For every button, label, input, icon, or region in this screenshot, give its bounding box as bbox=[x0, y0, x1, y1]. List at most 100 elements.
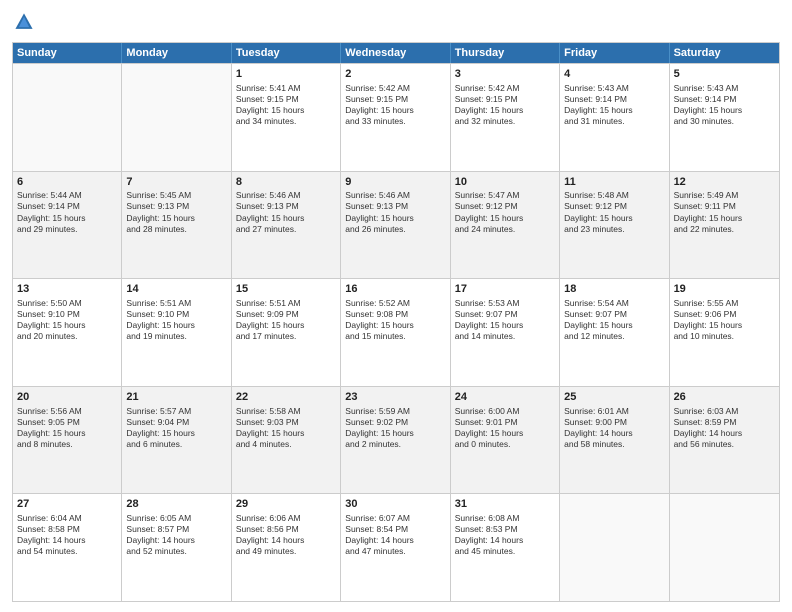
calendar-week-5: 27Sunrise: 6:04 AM Sunset: 8:58 PM Dayli… bbox=[13, 493, 779, 601]
day-info: Sunrise: 5:53 AM Sunset: 9:07 PM Dayligh… bbox=[455, 298, 555, 342]
calendar-day-15: 15Sunrise: 5:51 AM Sunset: 9:09 PM Dayli… bbox=[232, 279, 341, 386]
day-header-friday: Friday bbox=[560, 43, 669, 63]
calendar-day-25: 25Sunrise: 6:01 AM Sunset: 9:00 PM Dayli… bbox=[560, 387, 669, 494]
day-info: Sunrise: 5:58 AM Sunset: 9:03 PM Dayligh… bbox=[236, 406, 336, 450]
calendar-week-1: 1Sunrise: 5:41 AM Sunset: 9:15 PM Daylig… bbox=[13, 63, 779, 171]
calendar-empty-cell bbox=[122, 64, 231, 171]
day-number: 6 bbox=[17, 175, 117, 190]
day-info: Sunrise: 5:46 AM Sunset: 9:13 PM Dayligh… bbox=[345, 190, 445, 234]
day-number: 29 bbox=[236, 497, 336, 512]
day-number: 7 bbox=[126, 175, 226, 190]
day-info: Sunrise: 5:52 AM Sunset: 9:08 PM Dayligh… bbox=[345, 298, 445, 342]
day-number: 3 bbox=[455, 67, 555, 82]
day-number: 19 bbox=[674, 282, 775, 297]
calendar-day-3: 3Sunrise: 5:42 AM Sunset: 9:15 PM Daylig… bbox=[451, 64, 560, 171]
day-info: Sunrise: 6:08 AM Sunset: 8:53 PM Dayligh… bbox=[455, 513, 555, 557]
calendar-day-21: 21Sunrise: 5:57 AM Sunset: 9:04 PM Dayli… bbox=[122, 387, 231, 494]
calendar-day-6: 6Sunrise: 5:44 AM Sunset: 9:14 PM Daylig… bbox=[13, 172, 122, 279]
day-number: 31 bbox=[455, 497, 555, 512]
calendar-day-2: 2Sunrise: 5:42 AM Sunset: 9:15 PM Daylig… bbox=[341, 64, 450, 171]
day-info: Sunrise: 5:42 AM Sunset: 9:15 PM Dayligh… bbox=[455, 83, 555, 127]
day-info: Sunrise: 6:03 AM Sunset: 8:59 PM Dayligh… bbox=[674, 406, 775, 450]
calendar-empty-cell bbox=[670, 494, 779, 601]
day-number: 21 bbox=[126, 390, 226, 405]
calendar-day-24: 24Sunrise: 6:00 AM Sunset: 9:01 PM Dayli… bbox=[451, 387, 560, 494]
calendar-day-19: 19Sunrise: 5:55 AM Sunset: 9:06 PM Dayli… bbox=[670, 279, 779, 386]
calendar-day-18: 18Sunrise: 5:54 AM Sunset: 9:07 PM Dayli… bbox=[560, 279, 669, 386]
day-info: Sunrise: 5:50 AM Sunset: 9:10 PM Dayligh… bbox=[17, 298, 117, 342]
day-number: 27 bbox=[17, 497, 117, 512]
calendar-day-22: 22Sunrise: 5:58 AM Sunset: 9:03 PM Dayli… bbox=[232, 387, 341, 494]
day-header-saturday: Saturday bbox=[670, 43, 779, 63]
calendar-day-23: 23Sunrise: 5:59 AM Sunset: 9:02 PM Dayli… bbox=[341, 387, 450, 494]
day-number: 18 bbox=[564, 282, 664, 297]
day-number: 9 bbox=[345, 175, 445, 190]
calendar-day-16: 16Sunrise: 5:52 AM Sunset: 9:08 PM Dayli… bbox=[341, 279, 450, 386]
logo bbox=[12, 10, 40, 34]
calendar-day-17: 17Sunrise: 5:53 AM Sunset: 9:07 PM Dayli… bbox=[451, 279, 560, 386]
day-number: 2 bbox=[345, 67, 445, 82]
day-number: 10 bbox=[455, 175, 555, 190]
calendar-day-12: 12Sunrise: 5:49 AM Sunset: 9:11 PM Dayli… bbox=[670, 172, 779, 279]
day-info: Sunrise: 6:06 AM Sunset: 8:56 PM Dayligh… bbox=[236, 513, 336, 557]
day-number: 5 bbox=[674, 67, 775, 82]
day-number: 14 bbox=[126, 282, 226, 297]
calendar-day-28: 28Sunrise: 6:05 AM Sunset: 8:57 PM Dayli… bbox=[122, 494, 231, 601]
day-info: Sunrise: 5:42 AM Sunset: 9:15 PM Dayligh… bbox=[345, 83, 445, 127]
day-info: Sunrise: 5:55 AM Sunset: 9:06 PM Dayligh… bbox=[674, 298, 775, 342]
calendar-day-26: 26Sunrise: 6:03 AM Sunset: 8:59 PM Dayli… bbox=[670, 387, 779, 494]
day-info: Sunrise: 5:51 AM Sunset: 9:09 PM Dayligh… bbox=[236, 298, 336, 342]
calendar-day-7: 7Sunrise: 5:45 AM Sunset: 9:13 PM Daylig… bbox=[122, 172, 231, 279]
calendar-day-5: 5Sunrise: 5:43 AM Sunset: 9:14 PM Daylig… bbox=[670, 64, 779, 171]
day-info: Sunrise: 5:46 AM Sunset: 9:13 PM Dayligh… bbox=[236, 190, 336, 234]
header bbox=[12, 10, 780, 34]
day-info: Sunrise: 5:44 AM Sunset: 9:14 PM Dayligh… bbox=[17, 190, 117, 234]
day-number: 23 bbox=[345, 390, 445, 405]
calendar-week-4: 20Sunrise: 5:56 AM Sunset: 9:05 PM Dayli… bbox=[13, 386, 779, 494]
day-header-tuesday: Tuesday bbox=[232, 43, 341, 63]
calendar-day-4: 4Sunrise: 5:43 AM Sunset: 9:14 PM Daylig… bbox=[560, 64, 669, 171]
calendar-day-9: 9Sunrise: 5:46 AM Sunset: 9:13 PM Daylig… bbox=[341, 172, 450, 279]
calendar-body: 1Sunrise: 5:41 AM Sunset: 9:15 PM Daylig… bbox=[13, 63, 779, 601]
calendar-day-13: 13Sunrise: 5:50 AM Sunset: 9:10 PM Dayli… bbox=[13, 279, 122, 386]
calendar-day-10: 10Sunrise: 5:47 AM Sunset: 9:12 PM Dayli… bbox=[451, 172, 560, 279]
day-info: Sunrise: 5:56 AM Sunset: 9:05 PM Dayligh… bbox=[17, 406, 117, 450]
calendar-week-3: 13Sunrise: 5:50 AM Sunset: 9:10 PM Dayli… bbox=[13, 278, 779, 386]
calendar-empty-cell bbox=[13, 64, 122, 171]
day-info: Sunrise: 6:05 AM Sunset: 8:57 PM Dayligh… bbox=[126, 513, 226, 557]
day-info: Sunrise: 5:49 AM Sunset: 9:11 PM Dayligh… bbox=[674, 190, 775, 234]
calendar-day-11: 11Sunrise: 5:48 AM Sunset: 9:12 PM Dayli… bbox=[560, 172, 669, 279]
calendar-header: SundayMondayTuesdayWednesdayThursdayFrid… bbox=[13, 43, 779, 63]
day-number: 1 bbox=[236, 67, 336, 82]
day-info: Sunrise: 5:57 AM Sunset: 9:04 PM Dayligh… bbox=[126, 406, 226, 450]
day-header-sunday: Sunday bbox=[13, 43, 122, 63]
day-info: Sunrise: 5:47 AM Sunset: 9:12 PM Dayligh… bbox=[455, 190, 555, 234]
day-header-wednesday: Wednesday bbox=[341, 43, 450, 63]
calendar-day-27: 27Sunrise: 6:04 AM Sunset: 8:58 PM Dayli… bbox=[13, 494, 122, 601]
day-number: 15 bbox=[236, 282, 336, 297]
calendar-week-2: 6Sunrise: 5:44 AM Sunset: 9:14 PM Daylig… bbox=[13, 171, 779, 279]
day-number: 11 bbox=[564, 175, 664, 190]
day-number: 4 bbox=[564, 67, 664, 82]
day-info: Sunrise: 5:48 AM Sunset: 9:12 PM Dayligh… bbox=[564, 190, 664, 234]
day-number: 17 bbox=[455, 282, 555, 297]
day-number: 30 bbox=[345, 497, 445, 512]
day-header-thursday: Thursday bbox=[451, 43, 560, 63]
day-number: 20 bbox=[17, 390, 117, 405]
calendar-day-8: 8Sunrise: 5:46 AM Sunset: 9:13 PM Daylig… bbox=[232, 172, 341, 279]
day-number: 13 bbox=[17, 282, 117, 297]
calendar-day-20: 20Sunrise: 5:56 AM Sunset: 9:05 PM Dayli… bbox=[13, 387, 122, 494]
day-number: 22 bbox=[236, 390, 336, 405]
day-info: Sunrise: 5:45 AM Sunset: 9:13 PM Dayligh… bbox=[126, 190, 226, 234]
day-number: 8 bbox=[236, 175, 336, 190]
day-number: 26 bbox=[674, 390, 775, 405]
day-number: 16 bbox=[345, 282, 445, 297]
page: SundayMondayTuesdayWednesdayThursdayFrid… bbox=[0, 0, 792, 612]
day-info: Sunrise: 5:41 AM Sunset: 9:15 PM Dayligh… bbox=[236, 83, 336, 127]
day-number: 25 bbox=[564, 390, 664, 405]
day-info: Sunrise: 5:59 AM Sunset: 9:02 PM Dayligh… bbox=[345, 406, 445, 450]
calendar-day-31: 31Sunrise: 6:08 AM Sunset: 8:53 PM Dayli… bbox=[451, 494, 560, 601]
calendar-empty-cell bbox=[560, 494, 669, 601]
calendar-day-14: 14Sunrise: 5:51 AM Sunset: 9:10 PM Dayli… bbox=[122, 279, 231, 386]
day-number: 12 bbox=[674, 175, 775, 190]
